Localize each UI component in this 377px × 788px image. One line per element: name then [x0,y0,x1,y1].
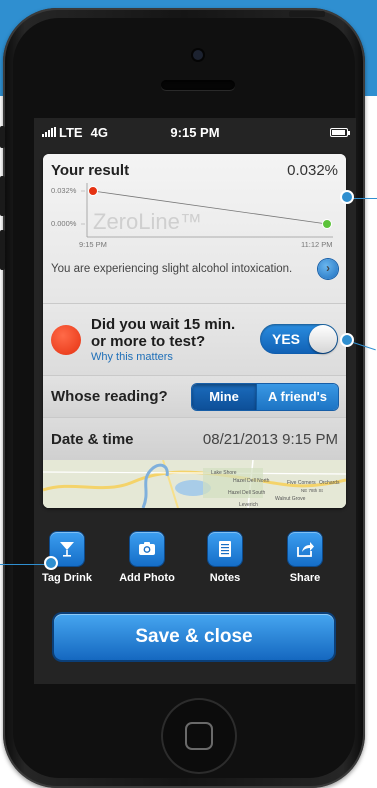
mute-switch [0,126,5,148]
map-label-walnut-grove: Walnut Grove [275,496,306,502]
add-photo-button[interactable] [130,532,164,566]
share-button[interactable] [288,532,322,566]
chart-ytick-top: 0.032% [51,186,77,195]
chart-xtick-end: 11:12 PM [301,240,333,249]
chevron-right-icon: › [326,263,330,275]
front-camera [193,50,203,60]
bac-chart: 0.032% 0.000% ZeroLine™ 9:15 PM 11:12 PM [51,183,333,249]
tag-drink-label: Tag Drink [42,572,92,584]
notes-label: Notes [209,572,241,584]
date-time-value: 08/21/2013 9:15 PM [202,430,338,448]
add-photo-label: Add Photo [119,572,175,584]
notes-action[interactable]: Notes [194,532,256,584]
cocktail-icon [60,542,74,557]
result-section: Your result 0.032% 0.032% 0.000% ZeroLin… [43,154,346,304]
chart-point-end [322,219,332,229]
map-label-ne-78th: NE 78th St [301,488,324,493]
map-label-leverich: Leverich [239,502,258,508]
notes-icon [219,541,231,557]
status-red-dot [51,324,81,355]
callout-line-tag-drink [0,564,48,565]
callout-dot-toggle [340,333,354,347]
date-time-row[interactable]: Date & time 08/21/2013 9:15 PM [43,418,346,460]
map-label-hazel-dell-north: Hazel Dell North [233,478,270,484]
result-card: Your result 0.032% 0.032% 0.000% ZeroLin… [43,154,346,508]
map-label-orchards: Orchards [319,480,340,486]
map-label-five-corners: Five Corners [287,480,316,486]
earpiece-speaker [161,80,235,90]
why-this-matters-link[interactable]: Why this matters [91,351,241,363]
chart-ytick-bottom: 0.000% [51,219,77,228]
callout-dot-tag-drink [44,556,58,570]
action-bar: Tag Drink Add Photo Notes Share [34,518,356,610]
add-photo-action[interactable]: Add Photo [116,532,178,584]
map-label-hazel-dell-south: Hazel Dell South [228,490,265,496]
intoxication-message: You are experiencing slight alcohol into… [51,263,293,275]
whose-reading-row: Whose reading? Mine A friend's [43,376,346,418]
wait-section: Did you wait 15 min. or more to test? Wh… [43,304,346,376]
app-screen: LTE 4G 9:15 PM Your result 0.032% 0.032%… [34,118,356,684]
map-image: Lake Shore Hazel Dell North Hazel Dell S… [43,460,346,508]
whose-reading-label: Whose reading? [51,388,168,405]
location-map[interactable]: Lake Shore Hazel Dell North Hazel Dell S… [43,460,346,508]
home-button [161,698,237,774]
chart-watermark: ZeroLine™ [93,209,202,234]
chart-point-start [88,186,98,196]
segment-mine[interactable]: Mine [192,383,256,410]
battery-icon [330,128,350,137]
result-details-button[interactable]: › [318,259,338,279]
camera-icon [139,542,155,555]
result-value: 0.032% [287,162,338,179]
share-icon [297,542,314,557]
segment-friend[interactable]: A friend's [256,383,338,410]
volume-down-button [0,230,5,270]
status-time: 9:15 PM [170,124,220,140]
callout-line-result [350,198,377,199]
map-label-lake-shore: Lake Shore [211,470,237,476]
callout-dot-result [340,190,354,204]
home-square-icon [185,722,213,750]
date-time-label: Date & time [51,430,134,448]
whose-segmented-control: Mine A friend's [192,383,338,410]
notes-button[interactable] [208,532,242,566]
save-close-button[interactable]: Save & close [54,614,334,660]
status-bar: LTE 4G 9:15 PM [34,118,356,146]
power-button [289,11,325,17]
share-action[interactable]: Share [274,532,336,584]
toggle-label: YES [272,331,301,347]
volume-up-button [0,176,5,216]
result-title: Your result [51,162,130,179]
toggle-knob[interactable] [309,325,337,353]
chart-xtick-start: 9:15 PM [79,240,107,249]
wait-question: Did you wait 15 min. or more to test? [91,316,236,350]
share-label: Share [289,572,321,584]
wait-toggle[interactable]: YES [260,324,338,354]
